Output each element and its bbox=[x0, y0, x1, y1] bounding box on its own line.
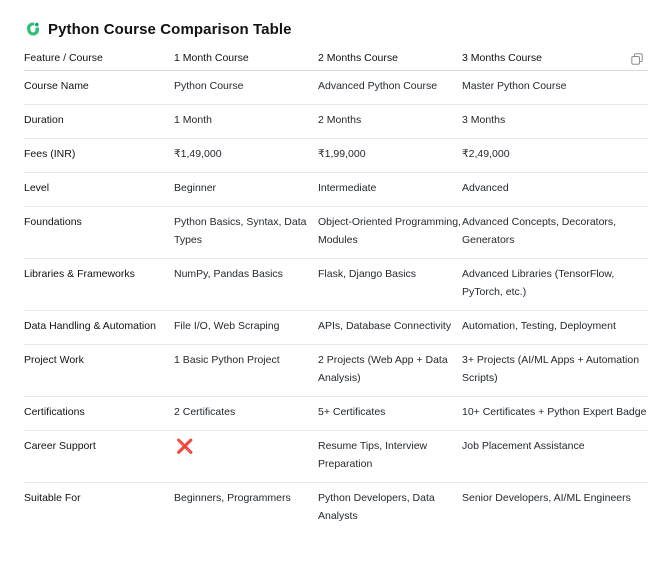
table-cell: Python Course bbox=[174, 80, 244, 92]
table-cell: Advanced Libraries (TensorFlow, PyTorch,… bbox=[462, 268, 615, 298]
feature-cell: Level bbox=[24, 182, 50, 194]
table-cell: Intermediate bbox=[318, 182, 377, 194]
feature-cell: Course Name bbox=[24, 80, 89, 92]
table-row: Data Handling & Automation File I/O, Web… bbox=[24, 311, 648, 345]
table-cell: APIs, Database Connectivity bbox=[318, 320, 452, 332]
table-row: Project Work 1 Basic Python Project 2 Pr… bbox=[24, 345, 648, 397]
table-row: Foundations Python Basics, Syntax, Data … bbox=[24, 207, 648, 259]
table-cell: ❌ bbox=[174, 431, 318, 482]
feature-cell: Libraries & Frameworks bbox=[24, 268, 135, 280]
feature-cell: Suitable For bbox=[24, 492, 81, 504]
table-cell: Flask, Django Basics bbox=[318, 268, 417, 280]
table-cell: Senior Developers, AI/ML Engineers bbox=[462, 492, 631, 504]
table-row: Fees (INR) ₹1,49,000 ₹1,99,000 ₹2,49,000 bbox=[24, 139, 648, 173]
title-row: Python Course Comparison Table bbox=[24, 18, 292, 40]
table-cell: 1 Basic Python Project bbox=[174, 354, 280, 366]
feature-cell: Fees (INR) bbox=[24, 148, 76, 160]
page-title: Python Course Comparison Table bbox=[48, 20, 292, 38]
comparison-table: Feature / Course 1 Month Course 2 Months… bbox=[24, 44, 648, 534]
table-cell: 1 Month bbox=[174, 114, 212, 126]
table-cell: Job Placement Assistance bbox=[462, 440, 585, 452]
table-cell: NumPy, Pandas Basics bbox=[174, 268, 283, 280]
header-cell: 2 Months Course bbox=[318, 52, 398, 64]
table-row: Duration 1 Month 2 Months 3 Months bbox=[24, 105, 648, 139]
header-cell: Feature / Course bbox=[24, 52, 103, 64]
table-cell: Beginner bbox=[174, 182, 217, 194]
table-row: Career Support ❌ Resume Tips, Interview … bbox=[24, 431, 648, 483]
table-cell: Master Python Course bbox=[462, 80, 567, 92]
table-cell: Resume Tips, Interview Preparation bbox=[318, 440, 428, 470]
table-cell: Advanced bbox=[462, 182, 509, 194]
table-cell: 3 Months bbox=[462, 114, 506, 126]
table-row: Certifications 2 Certificates 5+ Certifi… bbox=[24, 397, 648, 431]
table-cell: ₹1,99,000 bbox=[318, 148, 366, 160]
page: Python Course Comparison Table Feature /… bbox=[0, 0, 670, 577]
table-cell: 3+ Projects (AI/ML Apps + Automation Scr… bbox=[462, 354, 640, 384]
table-row: Course Name Python Course Advanced Pytho… bbox=[24, 71, 648, 105]
table-header-row: Feature / Course 1 Month Course 2 Months… bbox=[24, 44, 648, 71]
table-cell: 5+ Certificates bbox=[318, 406, 386, 418]
table-cell: 10+ Certificates + Python Expert Badge bbox=[462, 406, 647, 418]
table-row: Level Beginner Intermediate Advanced bbox=[24, 173, 648, 207]
header-cell: 1 Month Course bbox=[174, 52, 249, 64]
feature-cell: Data Handling & Automation bbox=[24, 320, 156, 332]
table-cell: Object-Oriented Programming, Modules bbox=[318, 216, 461, 246]
feature-cell: Foundations bbox=[24, 216, 82, 228]
header-cell: 3 Months Course bbox=[462, 52, 542, 64]
feature-cell: Certifications bbox=[24, 406, 85, 418]
table-cell: File I/O, Web Scraping bbox=[174, 320, 280, 332]
table-cell: ₹2,49,000 bbox=[462, 148, 510, 160]
table-row: Suitable For Beginners, Programmers Pyth… bbox=[24, 483, 648, 534]
feature-cell: Career Support bbox=[24, 440, 96, 452]
table-cell: 2 Projects (Web App + Data Analysis) bbox=[318, 354, 448, 384]
table-cell: Automation, Testing, Deployment bbox=[462, 320, 616, 332]
table-cell: Advanced Concepts, Decorators, Generator… bbox=[462, 216, 617, 246]
feature-cell: Project Work bbox=[24, 354, 84, 366]
table-cell: Advanced Python Course bbox=[318, 80, 438, 92]
table-cell: 2 Months bbox=[318, 114, 362, 126]
table-row: Libraries & Frameworks NumPy, Pandas Bas… bbox=[24, 259, 648, 311]
cross-mark-icon: ❌ bbox=[176, 438, 194, 454]
feature-cell: Duration bbox=[24, 114, 64, 126]
table-cell: ₹1,49,000 bbox=[174, 148, 222, 160]
table-cell: Python Basics, Syntax, Data Types bbox=[174, 216, 307, 246]
table-cell: 2 Certificates bbox=[174, 406, 236, 418]
table-cell: Beginners, Programmers bbox=[174, 492, 291, 504]
table-cell: Python Developers, Data Analysts bbox=[318, 492, 435, 522]
pycharm-logo-icon bbox=[24, 20, 42, 38]
